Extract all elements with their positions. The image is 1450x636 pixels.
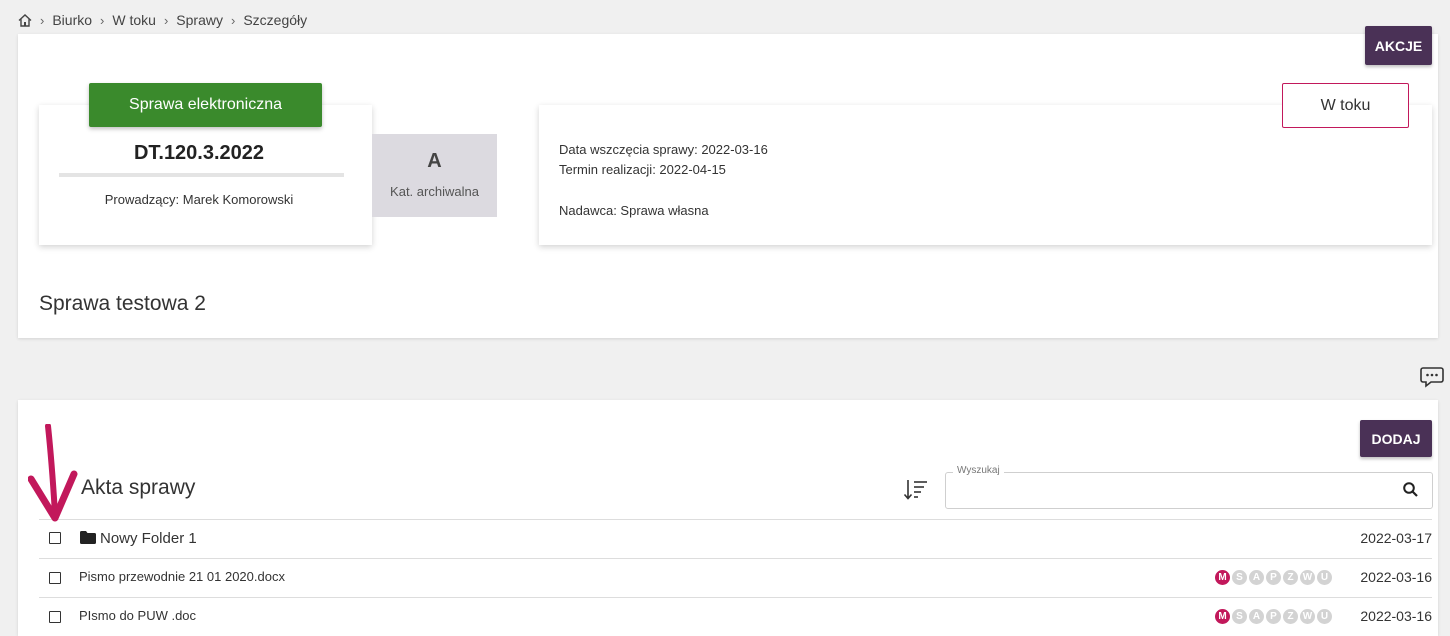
- flag-u: U: [1317, 609, 1332, 624]
- case-title: Sprawa testowa 2: [39, 292, 206, 315]
- folder-icon: [80, 531, 96, 545]
- case-start-date: Data wszczęcia sprawy: 2022-03-16: [559, 142, 768, 157]
- search-legend: Wyszukaj: [953, 465, 1004, 476]
- arrow-down-icon: [27, 423, 78, 524]
- file-flags: M S A P Z W U: [1215, 609, 1332, 624]
- case-deadline: Termin realizacji: 2022-04-15: [559, 162, 726, 177]
- row-date: 2022-03-17: [1360, 530, 1432, 546]
- flag-a: A: [1249, 609, 1264, 624]
- file-name[interactable]: PIsmo do PUW .doc: [79, 608, 196, 623]
- flag-w: W: [1300, 609, 1315, 624]
- home-icon[interactable]: [18, 13, 32, 27]
- flag-s: S: [1232, 570, 1247, 585]
- sort-icon[interactable]: [903, 478, 929, 502]
- breadcrumb-item-szczegoly: Szczegóły: [243, 12, 308, 28]
- row-divider: [39, 519, 1432, 520]
- breadcrumb: › Biurko › W toku › Sprawy › Szczegóły: [18, 10, 307, 30]
- archive-category: A: [427, 150, 442, 172]
- flag-m: M: [1215, 570, 1230, 585]
- flag-m: M: [1215, 609, 1230, 624]
- file-name[interactable]: Pismo przewodnie 21 01 2020.docx: [79, 569, 285, 584]
- search-input[interactable]: [953, 478, 1387, 504]
- file-flags: M S A P Z W U: [1215, 570, 1332, 585]
- flag-w: W: [1300, 570, 1315, 585]
- breadcrumb-item-sprawy[interactable]: Sprawy: [176, 12, 223, 28]
- case-status-button[interactable]: W toku: [1282, 83, 1409, 128]
- chat-icon[interactable]: [1420, 366, 1444, 388]
- breadcrumb-separator: ›: [163, 12, 169, 28]
- flag-z: Z: [1283, 609, 1298, 624]
- row-checkbox[interactable]: [49, 572, 61, 584]
- section-title: Akta sprawy: [81, 476, 196, 499]
- case-type-badge: Sprawa elektroniczna: [89, 83, 322, 127]
- add-button[interactable]: DODAJ: [1360, 420, 1432, 457]
- row-date: 2022-03-16: [1360, 569, 1432, 585]
- case-lead: Prowadzący: Marek Komorowski: [104, 192, 294, 207]
- flag-u: U: [1317, 570, 1332, 585]
- breadcrumb-separator: ›: [230, 12, 236, 28]
- archive-category-label: Kat. archiwalna: [390, 184, 479, 199]
- flag-p: P: [1266, 609, 1281, 624]
- case-divider: [59, 173, 344, 177]
- row-date: 2022-03-16: [1360, 608, 1432, 624]
- flag-a: A: [1249, 570, 1264, 585]
- folder-name[interactable]: Nowy Folder 1: [100, 530, 197, 547]
- case-sender: Nadawca: Sprawa własna: [559, 203, 709, 218]
- flag-s: S: [1232, 609, 1247, 624]
- breadcrumb-item-biurko[interactable]: Biurko: [52, 12, 92, 28]
- row-checkbox[interactable]: [49, 611, 61, 623]
- row-divider: [39, 597, 1432, 598]
- breadcrumb-separator: ›: [100, 12, 105, 28]
- search-icon[interactable]: [1402, 481, 1420, 499]
- case-number: DT.120.3.2022: [133, 142, 265, 164]
- breadcrumb-item-w-toku[interactable]: W toku: [112, 12, 156, 28]
- breadcrumb-separator: ›: [40, 12, 45, 28]
- flag-z: Z: [1283, 570, 1298, 585]
- archive-category-box: [372, 134, 497, 217]
- row-divider: [39, 558, 1432, 559]
- row-checkbox[interactable]: [49, 532, 61, 544]
- actions-button[interactable]: AKCJE: [1365, 26, 1432, 65]
- flag-p: P: [1266, 570, 1281, 585]
- case-files-panel: [18, 400, 1438, 636]
